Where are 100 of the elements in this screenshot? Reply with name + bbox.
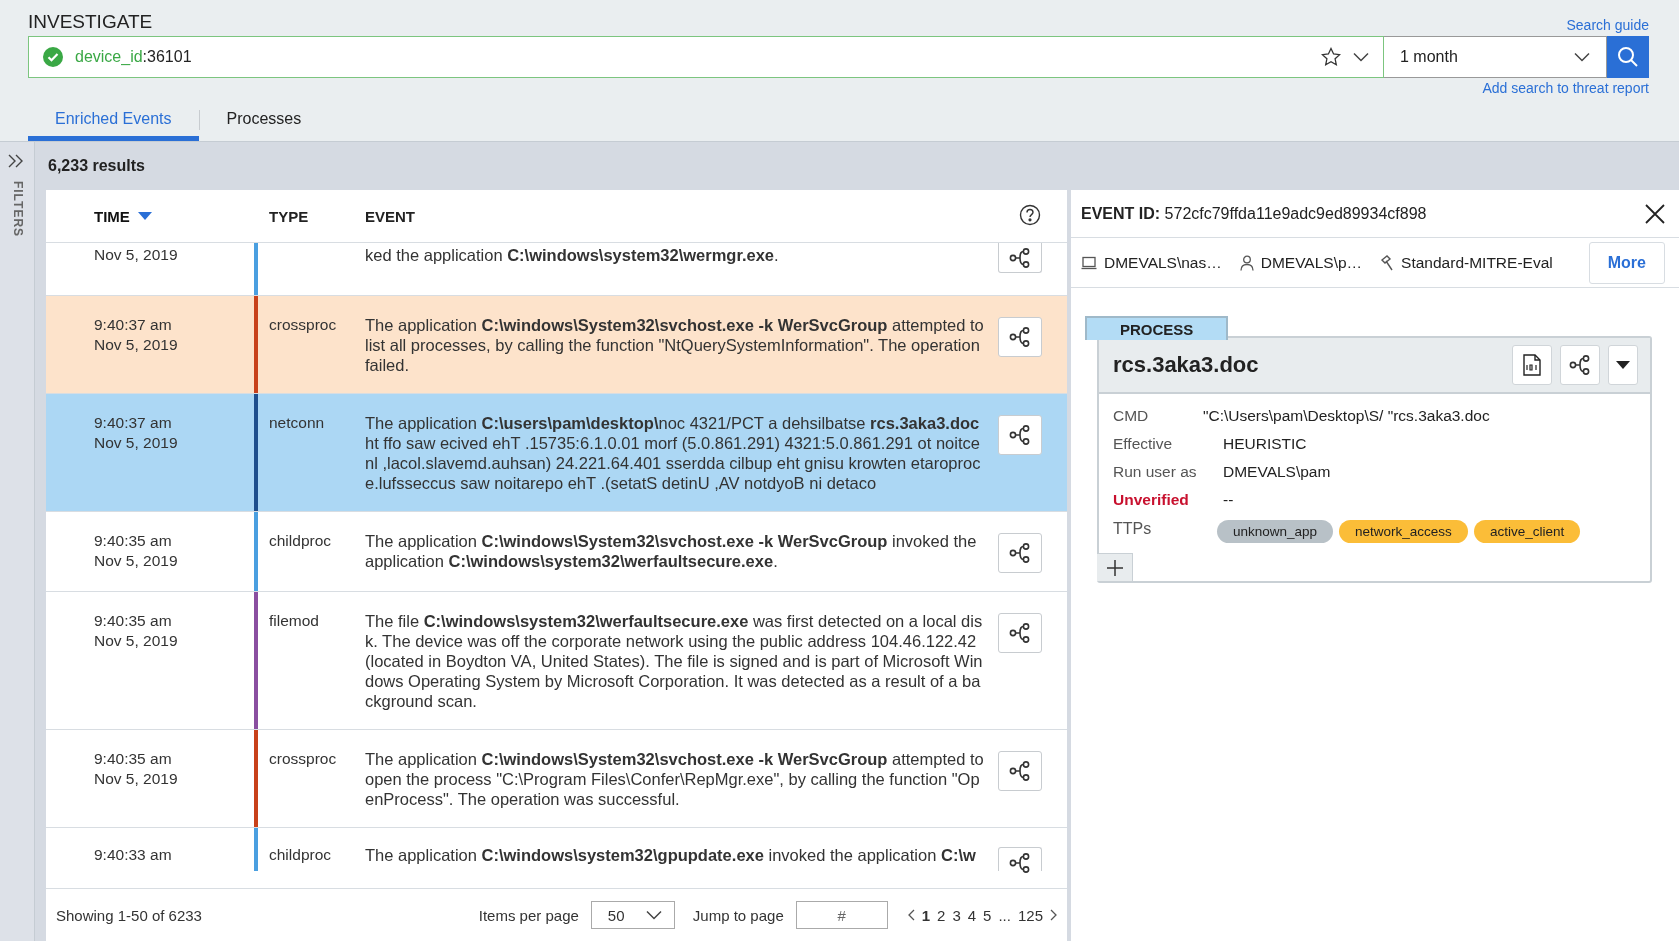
tab[interactable]: Processes <box>199 98 329 141</box>
event-tag: Standard-MITRE-Eval <box>1401 253 1553 272</box>
field-label: Run user as <box>1113 463 1198 481</box>
event-time: 9:40:35 am <box>94 749 173 769</box>
add-to-report-link[interactable]: Add search to threat report <box>1482 80 1649 96</box>
items-per-page-label: Items per page <box>478 906 579 924</box>
event-date: Nov 5, 2019 <box>94 551 179 571</box>
event-time: 9:40:33 am <box>94 845 173 865</box>
plus-icon <box>1106 559 1123 576</box>
event-id: EVENT ID: 572cfc79ffda11e9adc9ed89934cf898 <box>1081 204 1427 223</box>
page-number-field[interactable]: # <box>795 901 888 929</box>
share-button[interactable] <box>998 243 1042 273</box>
more-button[interactable]: More <box>1588 241 1665 284</box>
share-button[interactable] <box>998 613 1042 653</box>
items-per-page-select[interactable]: 50 <box>590 901 675 929</box>
binary-file-icon <box>1522 354 1542 376</box>
close-button[interactable] <box>1645 203 1665 224</box>
event-tag: DMEVALS\p… <box>1260 253 1363 272</box>
chevron-down-icon <box>1353 52 1369 62</box>
share-button[interactable] <box>998 751 1042 791</box>
ttp-tag[interactable]: unknown_app <box>1217 520 1334 543</box>
results-summary: Showing 1-50 of 6233 <box>56 906 202 924</box>
share-button[interactable] <box>998 847 1042 871</box>
share-button[interactable] <box>1560 345 1600 385</box>
event-type: childproc <box>269 846 332 863</box>
page-link[interactable]: 4 <box>967 906 977 924</box>
event-description: The application C:\windows\System32\svchost.exe -k WerSvcGroup attempted to list all processes, by calling the function "NtQuerySystemInformation". The operation failed. <box>365 316 984 374</box>
query-text: device_id:36101 <box>75 48 193 66</box>
page-link[interactable]: 3 <box>952 906 961 924</box>
event-description: The application C:\windows\system32\gpupdate.exe invoked the application C:\w <box>365 846 976 864</box>
event-type: crossproc <box>269 750 337 767</box>
share-icon <box>1008 246 1032 269</box>
favorite-button[interactable] <box>1321 47 1341 67</box>
next-page-icon[interactable] <box>1050 909 1057 921</box>
process-name: rcs.3aka3.doc <box>1113 352 1260 378</box>
event-date: Nov 5, 2019 <box>94 631 179 651</box>
field-value: DMEVALS\pam <box>1223 463 1332 481</box>
share-icon <box>1008 424 1032 446</box>
share-icon <box>1008 326 1032 348</box>
chevron-down-icon <box>1574 52 1590 62</box>
time-range-select[interactable]: 1 month <box>1384 36 1607 78</box>
event-type: childproc <box>269 532 332 549</box>
page-gap: ... <box>998 906 1011 924</box>
event-type: filemod <box>269 612 319 629</box>
caret-down-icon <box>1616 361 1630 369</box>
ttp-tag[interactable]: active_client <box>1473 520 1581 543</box>
event-description: ked the application C:\windows\system32\wermgr.exe. <box>365 246 779 264</box>
field-value: -- <box>1223 491 1235 509</box>
event-date: Nov 5, 2019 <box>94 433 179 453</box>
sort-descending-icon <box>137 212 152 220</box>
column-header[interactable]: TYPE <box>269 207 309 225</box>
page-link[interactable]: 125 <box>1017 906 1043 924</box>
results-count: 6,233 results <box>48 157 145 175</box>
event-tag: DMEVALS\nas… <box>1104 253 1222 272</box>
share-button[interactable] <box>998 533 1042 573</box>
event-type: crossproc <box>269 316 337 333</box>
page-title: INVESTIGATE <box>28 11 153 33</box>
event-time: 9:40:37 am <box>94 413 173 433</box>
check-circle-icon <box>43 47 63 67</box>
help-icon[interactable] <box>1018 203 1041 226</box>
field-value: "C:\Users\pam\Desktop\S/ "rcs.3aka3.doc <box>1203 407 1491 425</box>
expand-icon[interactable] <box>8 154 24 168</box>
event-description: The file C:\windows\system32\werfaultsecure.exe was first detected on a local disk. The device was off the corporate network using the public address 104.46.122.42 (located in Boydton VA, United States). The file is signed and is part of Microsoft Windows Operating System by Microsoft Corporation. It was detected as a result of a background scan. <box>365 612 983 710</box>
page-link[interactable]: 2 <box>937 906 946 924</box>
tab[interactable]: Enriched Events <box>28 98 199 141</box>
share-button[interactable] <box>998 317 1042 357</box>
share-icon <box>1008 852 1032 874</box>
search-icon <box>1617 46 1639 68</box>
column-header[interactable]: TIME <box>94 207 130 225</box>
share-icon <box>1008 622 1032 644</box>
previous-page-icon[interactable] <box>907 909 915 921</box>
field-label: TTPs <box>1113 520 1153 538</box>
event-time: 9:40:37 am <box>94 315 173 335</box>
share-icon <box>1568 354 1592 376</box>
field-label: CMD <box>1113 407 1150 425</box>
column-header[interactable]: EVENT <box>365 207 415 225</box>
hammer-icon <box>1380 254 1395 271</box>
share-button[interactable] <box>998 415 1042 455</box>
share-icon <box>1008 542 1032 564</box>
ttp-tag[interactable]: network_access <box>1339 520 1468 543</box>
page-link[interactable]: 1 <box>921 906 931 924</box>
search-button[interactable] <box>1607 36 1649 78</box>
close-icon <box>1645 203 1665 224</box>
event-description: The application C:\users\pam\desktop\noc 4321/PCT a dehsilbatse rcs.3aka3.doc ht ffo saw ecived ehT .15735:6.1.0.01 morf (5.0.861.291) 4321:5.0.861.291 ot noitcenl ,lacol.slavemd.auhsan) 24.221.64.401 sserdda cilbup eht gnisu krowten etaroproc e.lufsseccus saw noitarepo ehT .(setatS detinU ,AV notdyoB ni detaco <box>365 414 981 492</box>
event-time: 9:40:35 am <box>94 611 173 631</box>
binary-file-button[interactable] <box>1512 345 1552 385</box>
event-date: Nov 5, 2019 <box>94 245 179 265</box>
search-field[interactable]: device_id:36101 <box>28 36 1384 78</box>
search-guide-link[interactable]: Search guide <box>1566 17 1649 33</box>
event-time: 9:40:35 am <box>94 531 173 551</box>
event-description: The application C:\windows\System32\svchost.exe -k WerSvcGroup invoked the application C:\windows\system32\werfaultsecure.exe. <box>365 532 977 570</box>
add-button[interactable] <box>1097 553 1133 581</box>
filters-label[interactable]: FILTERS <box>11 180 26 238</box>
star-icon <box>1321 47 1341 67</box>
dropdown-button[interactable] <box>1608 345 1638 385</box>
page-link[interactable]: 5 <box>983 906 992 924</box>
field-label: Effective <box>1113 435 1174 453</box>
process-tab-label: PROCESS <box>1085 316 1229 340</box>
person-icon <box>1239 254 1254 271</box>
field-label: Unverified <box>1113 491 1190 509</box>
